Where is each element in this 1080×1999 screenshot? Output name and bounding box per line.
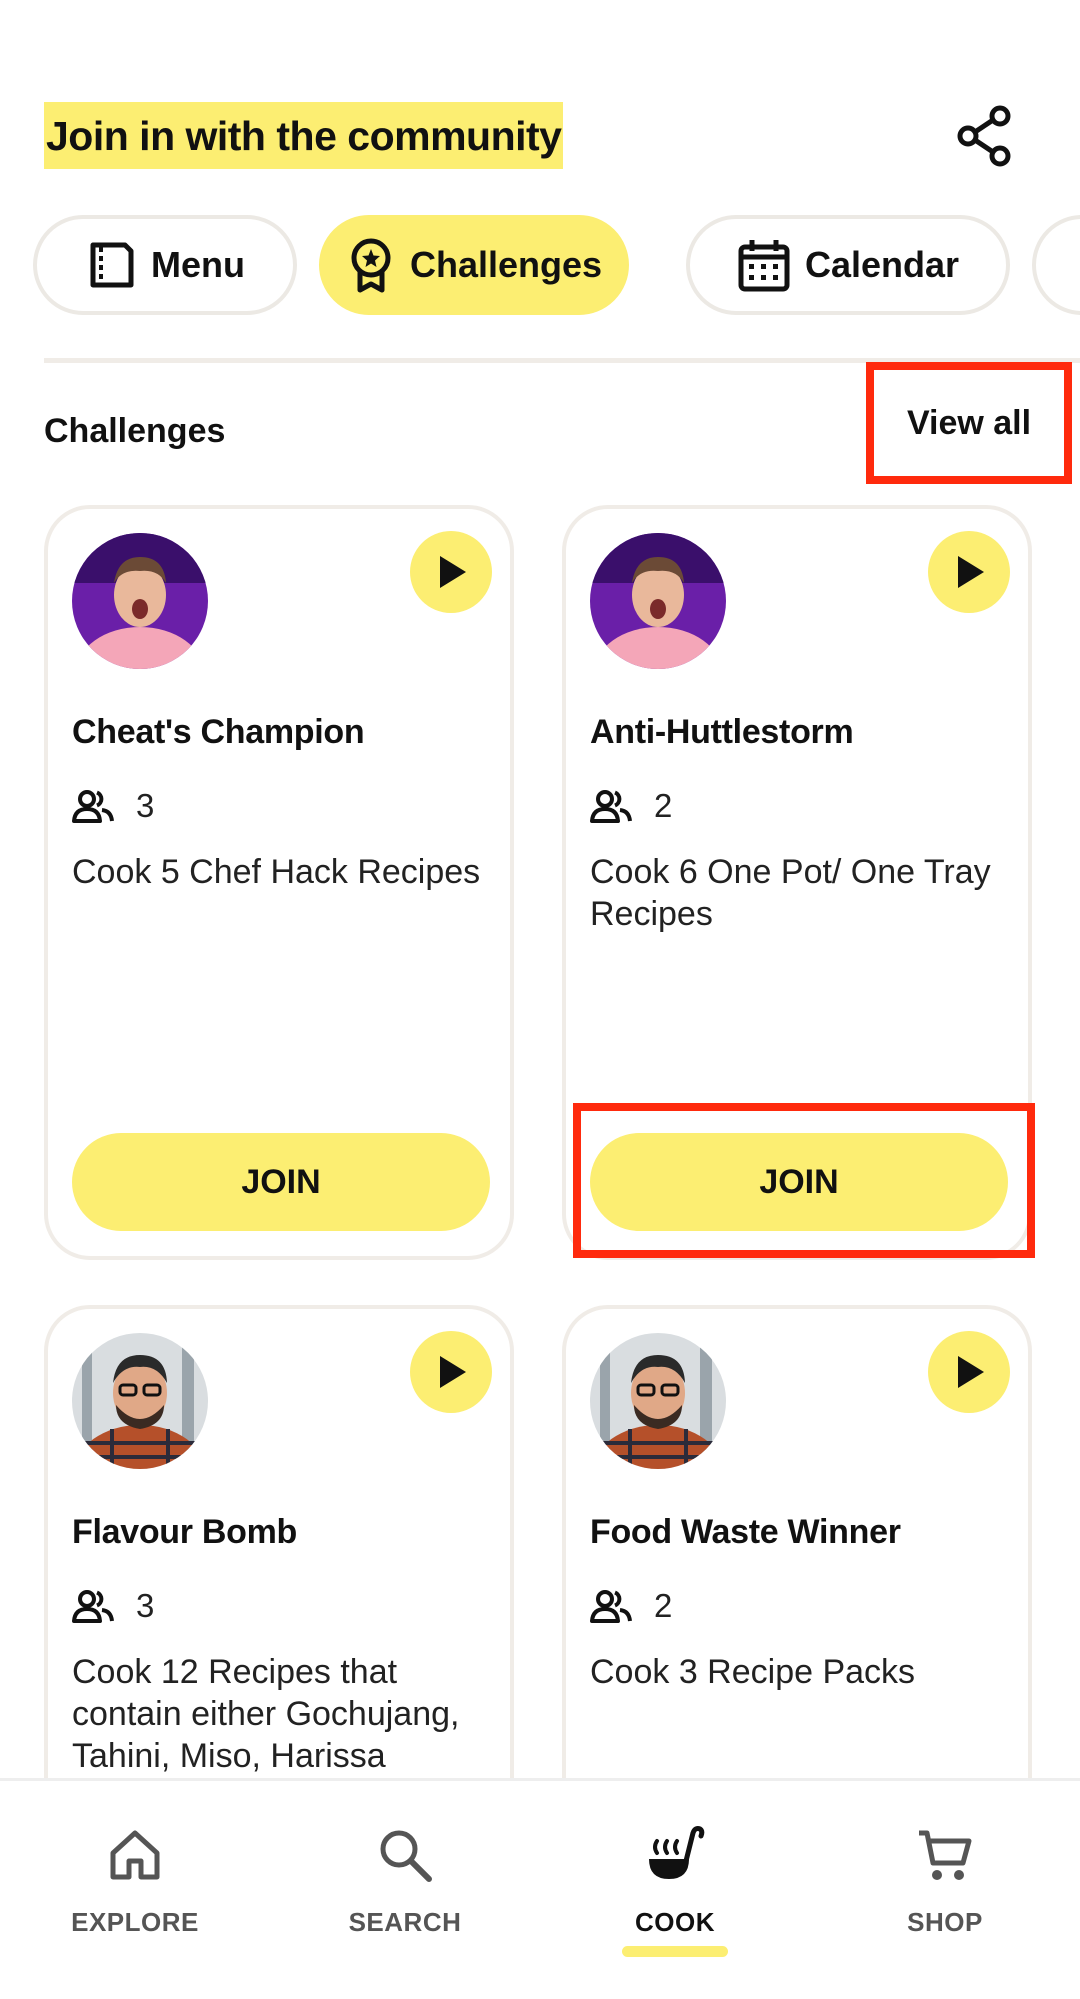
- avatar: [590, 533, 726, 669]
- tab-more[interactable]: [1032, 215, 1080, 315]
- calendar-icon: [738, 240, 790, 292]
- active-nav-indicator: [622, 1946, 728, 1957]
- people-icon: [590, 1590, 632, 1623]
- page-header: Join in with the community: [44, 102, 564, 170]
- play-icon: [958, 1356, 984, 1388]
- award-badge-icon: [351, 238, 391, 293]
- tab-bar: Menu Challenges Calendar: [33, 215, 1080, 315]
- challenge-card[interactable]: Anti-Huttlestorm 2 Cook 6 One Pot/ One T…: [562, 505, 1032, 1260]
- nav-label: SHOP: [907, 1907, 983, 1937]
- bottom-nav: EXPLORE SEARCH COOK SHOP: [0, 1778, 1080, 1999]
- tab-calendar[interactable]: Calendar: [686, 215, 1010, 315]
- nav-label: COOK: [635, 1907, 715, 1937]
- play-icon: [958, 556, 984, 588]
- avatar: [72, 1333, 208, 1469]
- ladle-pot-icon: [649, 1826, 705, 1879]
- challenge-description: Cook 6 One Pot/ One Tray Recipes: [590, 853, 991, 933]
- people-icon: [72, 1590, 114, 1623]
- join-button[interactable]: JOIN: [72, 1133, 490, 1231]
- challenge-title: Anti-Huttlestorm: [590, 713, 854, 751]
- share-button[interactable]: [956, 104, 1016, 168]
- nav-item-shop[interactable]: SHOP: [810, 1781, 1080, 1999]
- challenge-description: Cook 5 Chef Hack Recipes: [72, 853, 481, 891]
- challenge-card[interactable]: Flavour Bomb 3 Cook 12 Recipes that cont…: [44, 1305, 514, 1825]
- avatar: [72, 533, 208, 669]
- members-count: 3: [72, 787, 154, 825]
- nav-item-cook[interactable]: COOK: [540, 1781, 810, 1999]
- nav-label: SEARCH: [348, 1907, 462, 1937]
- members-value: 2: [654, 1587, 673, 1624]
- members-value: 3: [136, 1587, 155, 1624]
- challenge-title: Flavour Bomb: [72, 1513, 297, 1551]
- challenge-title: Cheat's Champion: [72, 713, 365, 751]
- page-title: Join in with the community: [44, 102, 564, 170]
- play-button[interactable]: [410, 1331, 492, 1413]
- play-button[interactable]: [928, 531, 1010, 613]
- nav-label: EXPLORE: [71, 1907, 199, 1937]
- nav-item-search[interactable]: SEARCH: [270, 1781, 540, 1999]
- people-icon: [590, 790, 632, 823]
- members-count: 2: [590, 1587, 672, 1625]
- tab-label: Menu: [151, 244, 245, 285]
- view-all-link[interactable]: View all: [866, 362, 1072, 484]
- tab-label: Challenges: [409, 244, 603, 285]
- members-value: 2: [654, 787, 673, 824]
- join-button[interactable]: JOIN: [590, 1133, 1008, 1231]
- challenge-title: Food Waste Winner: [590, 1513, 901, 1551]
- nav-item-explore[interactable]: EXPLORE: [0, 1781, 270, 1999]
- section-title: Challenges: [44, 412, 226, 450]
- share-icon: [957, 105, 1011, 167]
- members-value: 3: [136, 787, 155, 824]
- play-icon: [440, 556, 466, 588]
- tab-challenges[interactable]: Challenges: [319, 215, 629, 315]
- home-icon: [110, 1830, 160, 1880]
- avatar: [590, 1333, 726, 1469]
- cart-icon: [919, 1830, 972, 1880]
- play-button[interactable]: [928, 1331, 1010, 1413]
- menu-book-icon: [90, 242, 134, 288]
- challenge-card[interactable]: Food Waste Winner 2 Cook 3 Recipe Packs: [562, 1305, 1032, 1825]
- challenge-description: Cook 3 Recipe Packs: [590, 1653, 916, 1691]
- tab-menu[interactable]: Menu: [33, 215, 297, 315]
- tab-label: Calendar: [804, 244, 960, 285]
- search-icon: [380, 1830, 432, 1882]
- people-icon: [72, 790, 114, 823]
- members-count: 2: [590, 787, 672, 825]
- members-count: 3: [72, 1587, 154, 1625]
- challenge-card[interactable]: Cheat's Champion 3 Cook 5 Chef Hack Reci…: [44, 505, 514, 1260]
- play-icon: [440, 1356, 466, 1388]
- play-button[interactable]: [410, 531, 492, 613]
